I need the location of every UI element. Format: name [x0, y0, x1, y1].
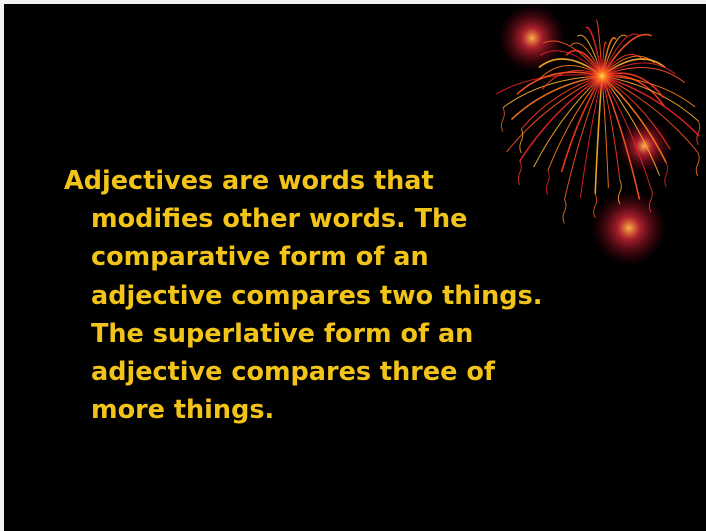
firework-spark — [696, 120, 701, 146]
body-line: Adjectives are words that — [64, 166, 434, 196]
body-line: more things. — [91, 395, 275, 426]
body-line: comparative form of an — [91, 242, 429, 273]
firework-core — [582, 56, 622, 96]
slide-body-text: Adjectives are words that modifies other… — [64, 162, 664, 429]
body-line: adjective compares two things. — [91, 280, 543, 311]
firework-glow-top — [498, 4, 566, 72]
firework-spark — [519, 128, 524, 154]
body-line: The superlative form of an — [91, 318, 474, 349]
body-line: modifies other words. The — [91, 204, 468, 235]
firework-spark — [664, 162, 669, 187]
body-line: adjective compares three of — [91, 357, 495, 388]
firework-spark — [695, 151, 700, 177]
slide-canvas: Adjectives are words that modifies other… — [4, 4, 706, 531]
firework-spark — [500, 107, 505, 132]
